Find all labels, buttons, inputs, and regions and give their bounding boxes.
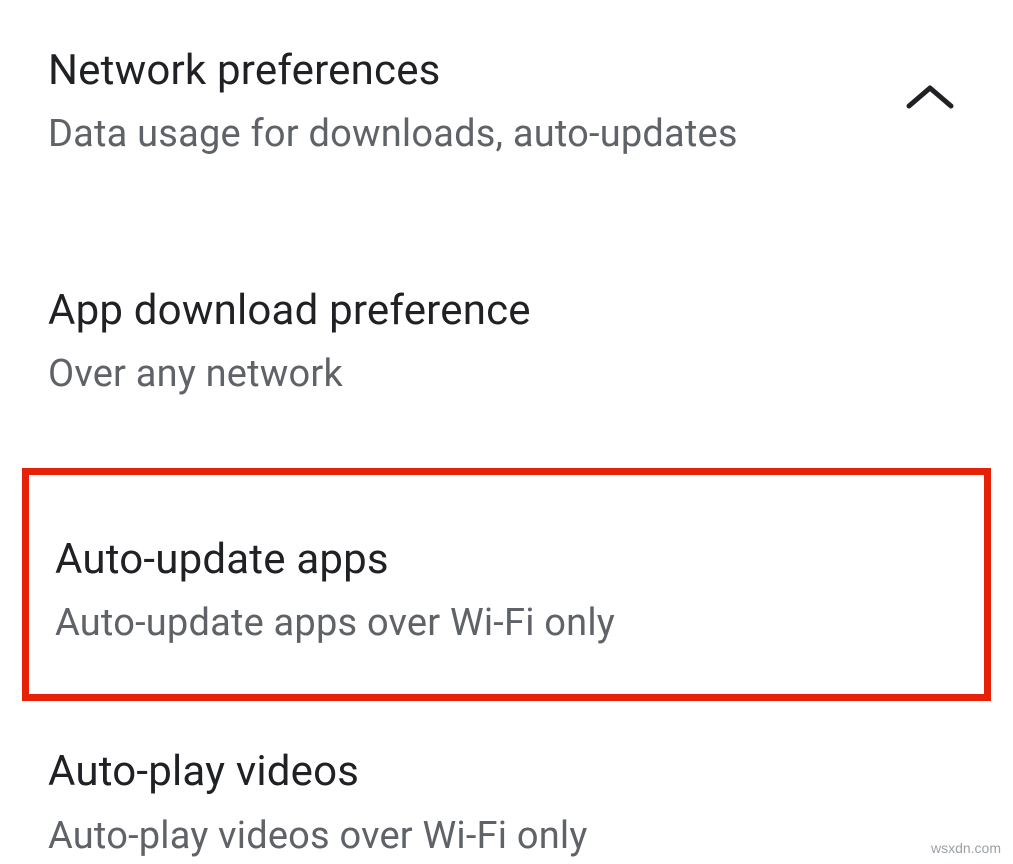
chevron-up-icon[interactable] <box>903 80 957 114</box>
app-download-preference-item[interactable]: App download preference Over any network <box>0 258 1013 428</box>
setting-subtitle: Over any network <box>48 352 965 398</box>
auto-update-apps-item[interactable]: Auto-update apps Auto-update apps over W… <box>22 468 991 702</box>
auto-play-videos-item[interactable]: Auto-play videos Auto-play videos over W… <box>0 731 1013 859</box>
setting-title: Auto-play videos <box>48 749 965 795</box>
header-text-block: Network preferences Data usage for downl… <box>48 48 903 158</box>
network-preferences-header[interactable]: Network preferences Data usage for downl… <box>0 0 1013 178</box>
section-title: Network preferences <box>48 48 903 94</box>
watermark-text: wsxdn.com <box>931 840 1001 856</box>
section-subtitle: Data usage for downloads, auto-updates <box>48 112 903 158</box>
setting-subtitle: Auto-play videos over Wi-Fi only <box>48 814 965 860</box>
settings-page: Network preferences Data usage for downl… <box>0 0 1013 864</box>
setting-subtitle: Auto-update apps over Wi-Fi only <box>55 601 958 647</box>
setting-title: Auto-update apps <box>55 537 958 583</box>
setting-title: App download preference <box>48 288 965 334</box>
